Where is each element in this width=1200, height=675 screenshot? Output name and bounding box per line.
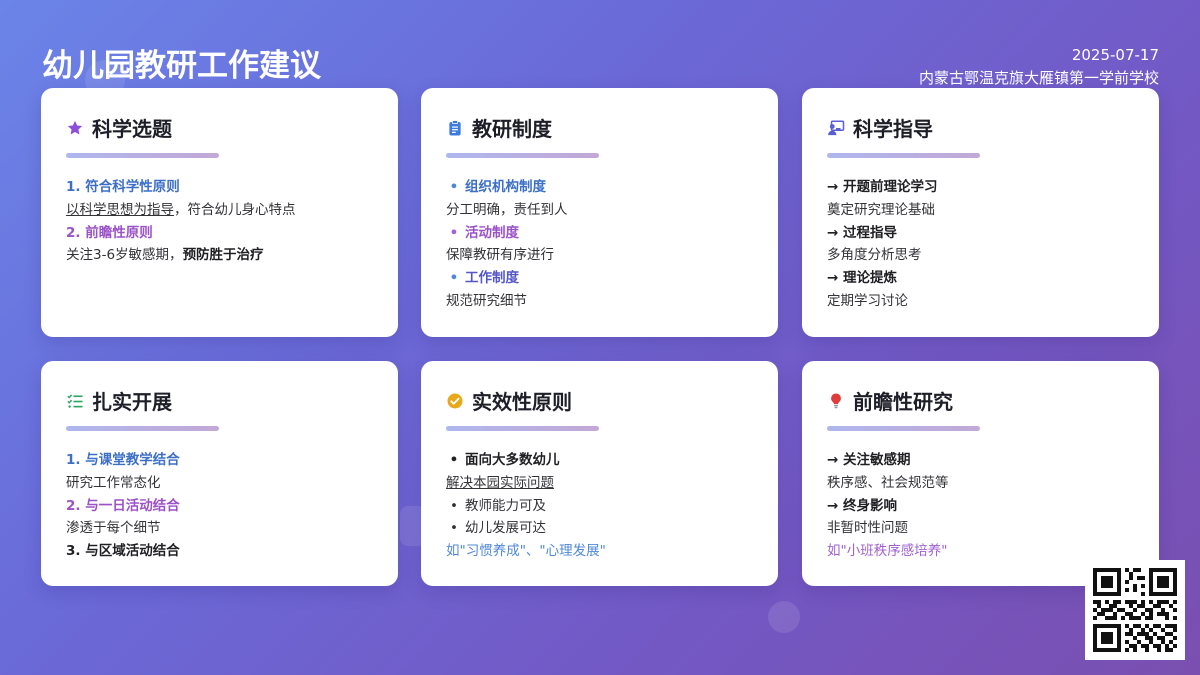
card-line: 解决本园实际问题 bbox=[446, 474, 554, 491]
card-line: → 理论提炼 bbox=[827, 270, 898, 287]
card-line: • 面向大多数幼儿 bbox=[446, 449, 606, 472]
card-line: → 终身影响 bbox=[827, 497, 898, 514]
bullet: • bbox=[449, 224, 459, 241]
card-line: 以科学思想为指导，符合幼儿身心特点 bbox=[66, 199, 296, 222]
qr-code-icon bbox=[1093, 568, 1177, 652]
card-header: 实效性原则 bbox=[446, 386, 572, 415]
card-line: 保障教研有序进行 bbox=[446, 247, 554, 264]
card-title: 教研制度 bbox=[472, 117, 552, 141]
card-line: 2. 与一日活动结合 bbox=[66, 497, 180, 514]
clipboard-icon bbox=[449, 119, 461, 135]
card-line: 规范研究细节 bbox=[446, 292, 527, 309]
card-scientific-topic: 科学选题 1. 符合科学性原则 以科学思想为指导，符合幼儿身心特点 2. 前瞻性… bbox=[41, 88, 398, 337]
date-label: 2025-07-17 bbox=[1071, 46, 1159, 64]
card-divider bbox=[446, 426, 599, 431]
bold-text: 预防胜于治疗 bbox=[182, 247, 264, 264]
card-content: 1. 与课堂教学结合 研究工作常态化 2. 与一日活动结合 渗透于每个细节 3.… bbox=[66, 449, 180, 563]
card-line: 3. 与区域活动结合 bbox=[66, 543, 180, 560]
card-text: ，符合幼儿身心特点 bbox=[174, 201, 296, 218]
card-header: 科学指导 bbox=[827, 113, 933, 142]
header-meta: 2025-07-17 内蒙古鄂温克旗大雁镇第一学前学校 bbox=[919, 44, 1159, 89]
bullet: • bbox=[449, 270, 459, 287]
card-line: 如"小班秩序感培养" bbox=[827, 543, 948, 560]
bullet: • bbox=[450, 497, 458, 514]
card-line: 1. 与课堂教学结合 bbox=[66, 452, 180, 468]
card-title: 扎实开展 bbox=[92, 390, 172, 414]
card-header: 扎实开展 bbox=[66, 386, 172, 415]
card-line: 定期学习讨论 bbox=[827, 292, 908, 309]
card-line: → 开题前理论学习 bbox=[827, 179, 938, 195]
card-line: • 工作制度 bbox=[446, 267, 568, 290]
card-scientific-guidance: 科学指导 → 开题前理论学习 奠定研究理论基础 → 过程指导 多角度分析思考 →… bbox=[802, 88, 1159, 337]
card-line: 渗透于每个细节 bbox=[66, 520, 161, 537]
teacher-icon bbox=[828, 120, 845, 135]
checklist-icon bbox=[67, 393, 83, 408]
star-icon bbox=[67, 120, 83, 134]
card-line: 1. 符合科学性原则 bbox=[66, 179, 180, 195]
card-forward-research: 前瞻性研究 → 关注敏感期 秩序感、社会规范等 → 终身影响 非暂时性问题 如"… bbox=[802, 361, 1159, 586]
card-effectiveness-principle: 实效性原则 • 面向大多数幼儿 解决本园实际问题 • 教师能力可及 • 幼儿发展可达 … bbox=[421, 361, 778, 586]
card-line: 关注3-6岁敏感期，预防胜于治疗 bbox=[66, 244, 296, 267]
card-line: 多角度分析思考 bbox=[827, 247, 922, 264]
card-content: → 关注敏感期 秩序感、社会规范等 → 终身影响 非暂时性问题 如"小班秩序感培… bbox=[827, 449, 949, 563]
card-divider bbox=[66, 153, 219, 158]
card-divider bbox=[446, 153, 599, 158]
card-text: 面向大多数幼儿 bbox=[465, 452, 560, 468]
card-line: • 活动制度 bbox=[446, 222, 568, 245]
card-divider bbox=[827, 426, 980, 431]
page-title: 幼儿园教研工作建议 bbox=[42, 48, 321, 84]
card-line: 分工明确，责任到人 bbox=[446, 201, 568, 218]
card-header: 前瞻性研究 bbox=[827, 386, 953, 415]
card-text: 教师能力可及 bbox=[465, 497, 546, 514]
card-line: 秩序感、社会规范等 bbox=[827, 474, 949, 491]
school-name: 内蒙古鄂温克旗大雁镇第一学前学校 bbox=[918, 69, 1159, 87]
card-line: 2. 前瞻性原则 bbox=[66, 224, 153, 241]
card-title: 实效性原则 bbox=[472, 390, 572, 414]
bullet: • bbox=[450, 520, 458, 537]
card-line: • 教师能力可及 bbox=[446, 495, 606, 518]
card-line: 研究工作常态化 bbox=[66, 474, 161, 491]
check-circle-icon bbox=[447, 393, 463, 408]
card-text: 幼儿发展可达 bbox=[465, 520, 546, 537]
card-header: 教研制度 bbox=[446, 113, 552, 142]
bulb-icon bbox=[831, 393, 841, 408]
card-line: • 幼儿发展可达 bbox=[446, 517, 606, 540]
bullet: • bbox=[449, 452, 459, 468]
card-text: 关注3-6岁敏感期， bbox=[66, 247, 183, 264]
card-solid-implementation: 扎实开展 1. 与课堂教学结合 研究工作常态化 2. 与一日活动结合 渗透于每个… bbox=[41, 361, 398, 586]
card-content: • 面向大多数幼儿 解决本园实际问题 • 教师能力可及 • 幼儿发展可达 如"习惯养成… bbox=[446, 449, 606, 563]
card-line: 非暂时性问题 bbox=[827, 520, 908, 537]
card-line: → 过程指导 bbox=[827, 224, 898, 241]
card-title: 科学选题 bbox=[92, 117, 172, 141]
card-title: 科学指导 bbox=[853, 117, 933, 141]
card-content: • 组织机构制度 分工明确，责任到人 • 活动制度 保障教研有序进行 • 工作制度 规… bbox=[446, 176, 568, 313]
card-text: 活动制度 bbox=[465, 224, 519, 241]
background-circle bbox=[768, 601, 800, 633]
card-line: 奠定研究理论基础 bbox=[827, 201, 935, 218]
card-line: • 组织机构制度 bbox=[446, 176, 568, 199]
underlined-text: 以科学思想为指导 bbox=[66, 201, 174, 218]
card-divider bbox=[66, 426, 219, 431]
card-line: → 关注敏感期 bbox=[827, 452, 911, 468]
card-content: 1. 符合科学性原则 以科学思想为指导，符合幼儿身心特点 2. 前瞻性原则 关注… bbox=[66, 176, 296, 267]
card-text: 工作制度 bbox=[465, 270, 519, 287]
card-research-system: 教研制度 • 组织机构制度 分工明确，责任到人 • 活动制度 保障教研有序进行 • 工… bbox=[421, 88, 778, 337]
card-text: 组织机构制度 bbox=[465, 179, 546, 195]
card-header: 科学选题 bbox=[66, 113, 172, 142]
card-content: → 开题前理论学习 奠定研究理论基础 → 过程指导 多角度分析思考 → 理论提炼… bbox=[827, 176, 938, 313]
card-line: 如"习惯养成"、"心理发展" bbox=[446, 543, 606, 560]
qr-code[interactable] bbox=[1085, 560, 1185, 660]
bullet: • bbox=[449, 179, 459, 195]
card-title: 前瞻性研究 bbox=[853, 390, 953, 414]
card-divider bbox=[827, 153, 980, 158]
